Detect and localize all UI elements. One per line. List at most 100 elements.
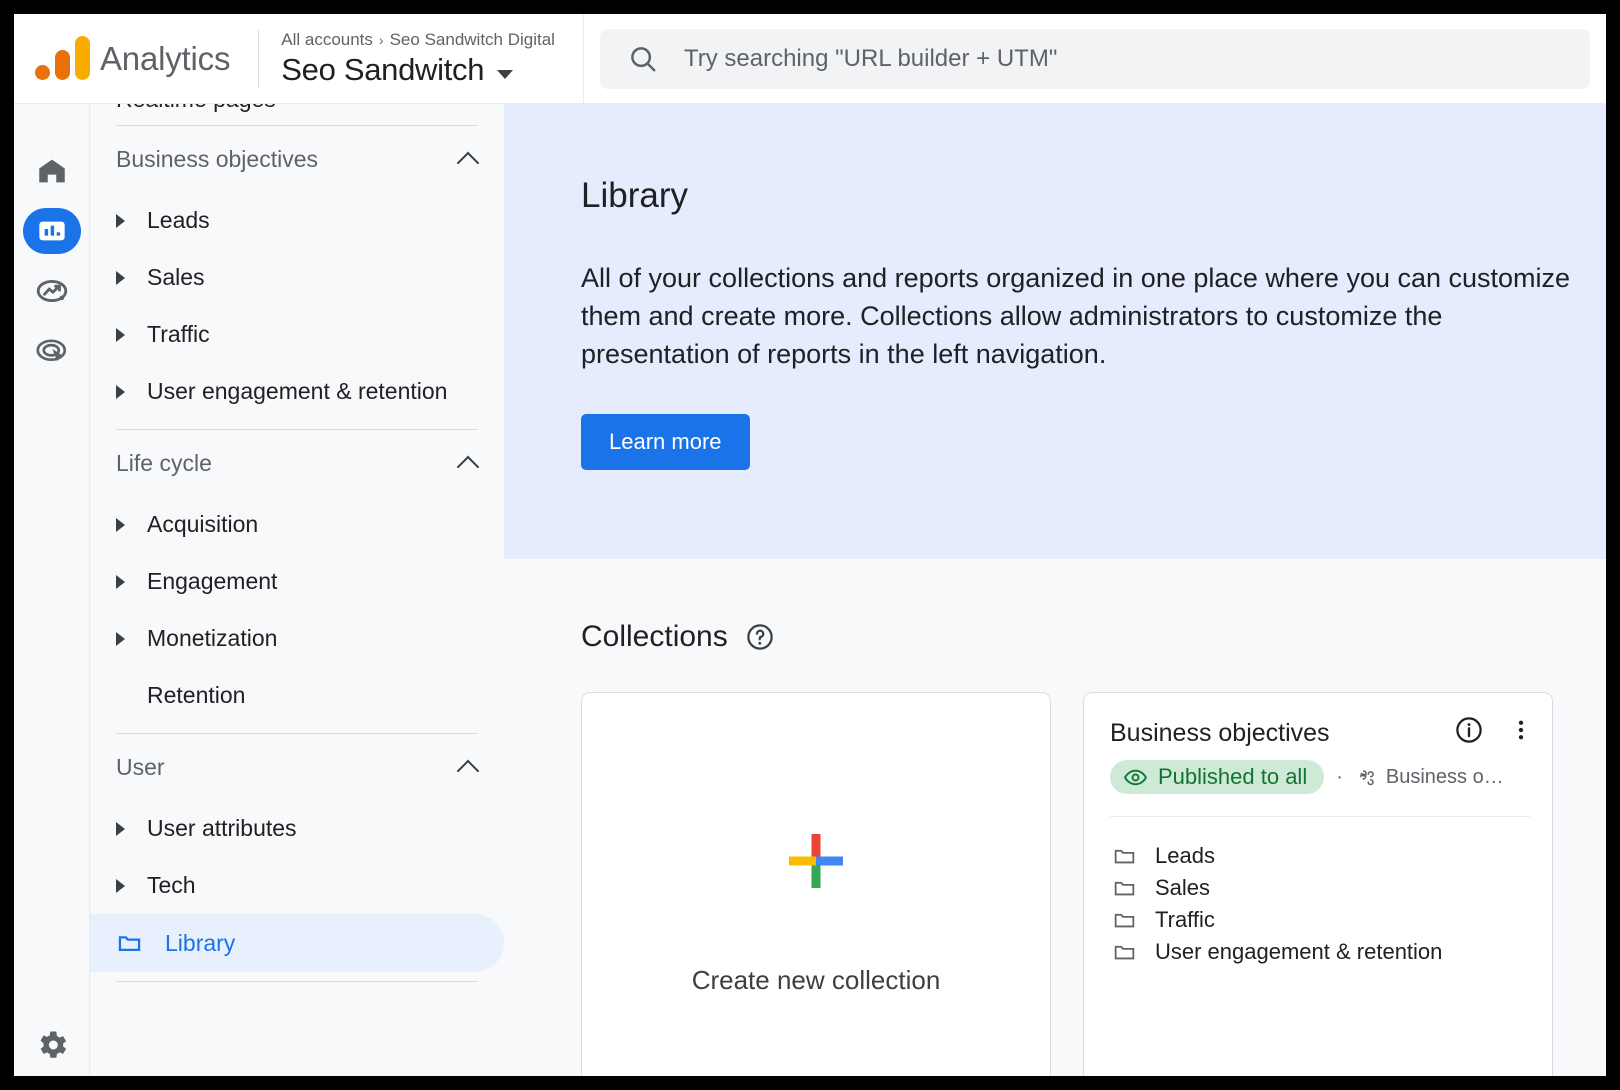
- advertising-target-icon: [34, 333, 70, 369]
- list-item[interactable]: User engagement & retention: [1112, 936, 1552, 968]
- sidebar-item-tech[interactable]: Tech: [90, 857, 504, 914]
- sidebar-item-user-attributes[interactable]: User attributes: [90, 800, 504, 857]
- sidebar-item-label: User attributes: [147, 815, 297, 842]
- search-icon: [628, 44, 658, 74]
- folder-icon: [1112, 844, 1137, 869]
- rail-item-explore[interactable]: [23, 268, 81, 314]
- chevron-right-icon: [116, 575, 125, 589]
- sidebar-item-traffic[interactable]: Traffic: [90, 306, 504, 363]
- sidebar-item-leads[interactable]: Leads: [90, 192, 504, 249]
- chevron-up-icon[interactable]: [457, 455, 480, 478]
- navigation-sidebar[interactable]: Realtime pages Business objectives Leads…: [90, 104, 504, 1076]
- chevron-right-icon: [116, 879, 125, 893]
- sidebar-group-user[interactable]: User: [90, 734, 504, 800]
- folder-icon: [1112, 908, 1137, 933]
- sidebar-item-monetization[interactable]: Monetization: [90, 610, 504, 667]
- chevron-up-icon[interactable]: [457, 759, 480, 782]
- learn-more-button[interactable]: Learn more: [581, 414, 750, 470]
- folder-icon: [1112, 876, 1137, 901]
- folder-icon: [1112, 940, 1137, 965]
- rail-item-reports[interactable]: [23, 208, 81, 254]
- home-icon: [35, 154, 69, 188]
- caret-down-icon[interactable]: [497, 70, 513, 79]
- chevron-right-icon: [116, 271, 125, 285]
- chevron-right-icon: [116, 518, 125, 532]
- chevron-right-icon: [116, 328, 125, 342]
- list-item-label: User engagement & retention: [1155, 939, 1442, 965]
- list-item-label: Traffic: [1155, 907, 1215, 933]
- chevron-right-icon: [116, 214, 125, 228]
- collections-card-grid: Create new collection Business objective…: [581, 692, 1553, 1076]
- sidebar-group-label: User: [116, 754, 165, 781]
- search-box[interactable]: Try searching "URL builder + UTM": [600, 29, 1590, 89]
- sidebar-group-business-objectives[interactable]: Business objectives: [90, 126, 504, 192]
- rail-item-home[interactable]: [23, 148, 81, 194]
- breadcrumb-all-accounts[interactable]: All accounts: [281, 30, 373, 49]
- create-new-collection-card[interactable]: Create new collection: [581, 692, 1051, 1076]
- header-divider: [258, 30, 259, 88]
- list-item[interactable]: Traffic: [1112, 904, 1552, 936]
- chevron-right-icon: [116, 385, 125, 399]
- page-title: Library: [581, 176, 688, 216]
- status-badge: Published to all: [1110, 760, 1324, 794]
- rail-item-advertising[interactable]: [23, 328, 81, 374]
- collection-card-meta: Published to all · Business obje…: [1110, 760, 1530, 794]
- status-badge-label: Published to all: [1158, 764, 1307, 790]
- brand-name: Analytics: [100, 40, 230, 78]
- card-divider: [1110, 816, 1530, 817]
- more-vertical-icon[interactable]: [1508, 715, 1534, 745]
- chevron-up-icon[interactable]: [457, 151, 480, 174]
- collections-header: Collections: [581, 620, 775, 654]
- list-item-label: Leads: [1155, 843, 1215, 869]
- meta-label: Business obje…: [1386, 766, 1508, 789]
- top-bar: Analytics All accounts›Seo Sandwitch Dig…: [14, 14, 1606, 104]
- icon-rail: [14, 104, 90, 1076]
- sidebar-item-library[interactable]: Library: [90, 914, 504, 972]
- account-selector[interactable]: All accounts›Seo Sandwitch Digital Seo S…: [281, 29, 555, 88]
- list-item[interactable]: Sales: [1112, 872, 1552, 904]
- hero-description: All of your collections and reports orga…: [581, 259, 1581, 373]
- sidebar-item-label: Leads: [147, 207, 210, 234]
- help-circle-icon[interactable]: [745, 622, 775, 652]
- reports-bar-chart-icon: [36, 215, 68, 247]
- sidebar-item-realtime-pages[interactable]: Realtime pages: [90, 104, 504, 116]
- meta-separator: ·: [1336, 766, 1343, 789]
- sidebar-group-label: Life cycle: [116, 450, 212, 477]
- rail-item-settings[interactable]: [34, 1027, 70, 1068]
- sidebar-divider: [116, 981, 478, 982]
- sidebar-item-label: Traffic: [147, 321, 210, 348]
- info-circle-icon[interactable]: [1454, 715, 1484, 745]
- sidebar-item-sales[interactable]: Sales: [90, 249, 504, 306]
- sidebar-item-engagement[interactable]: Engagement: [90, 553, 504, 610]
- chevron-right-icon: [116, 632, 125, 646]
- sidebar-item-label: Library: [165, 930, 235, 957]
- sidebar-group-life-cycle[interactable]: Life cycle: [90, 430, 504, 496]
- eye-icon: [1123, 765, 1148, 790]
- collections-title: Collections: [581, 620, 728, 654]
- sidebar-item-retention[interactable]: Retention: [90, 667, 504, 724]
- collection-card-header: Business objectives Published to all ·: [1084, 693, 1552, 817]
- main-content: Library All of your collections and repo…: [504, 104, 1606, 1076]
- folder-icon: [116, 930, 143, 957]
- analytics-logo-icon[interactable]: [30, 36, 92, 82]
- collection-link-icon: [1355, 766, 1377, 788]
- sidebar-item-label: Engagement: [147, 568, 277, 595]
- sidebar-item-label: Sales: [147, 264, 205, 291]
- list-item[interactable]: Leads: [1112, 840, 1552, 872]
- create-collection-label: Create new collection: [692, 965, 941, 996]
- library-hero-banner: Library All of your collections and repo…: [504, 104, 1606, 559]
- chevron-right-icon: [116, 822, 125, 836]
- sidebar-item-acquisition[interactable]: Acquisition: [90, 496, 504, 553]
- sidebar-item-label: Retention: [147, 682, 245, 709]
- sidebar-item-label: User engagement & retention: [147, 378, 447, 405]
- sidebar-item-label: Tech: [147, 872, 196, 899]
- list-item-label: Sales: [1155, 875, 1210, 901]
- sidebar-item-user-engagement-retention[interactable]: User engagement & retention: [90, 363, 504, 420]
- header-divider-2: [583, 14, 584, 104]
- google-plus-icon: [786, 831, 846, 891]
- collection-card[interactable]: Business objectives Published to all ·: [1083, 692, 1553, 1076]
- search-placeholder: Try searching "URL builder + UTM": [684, 45, 1057, 73]
- sidebar-group-label: Business objectives: [116, 146, 318, 173]
- gear-icon: [34, 1027, 70, 1063]
- breadcrumb-account[interactable]: Seo Sandwitch Digital: [390, 30, 555, 49]
